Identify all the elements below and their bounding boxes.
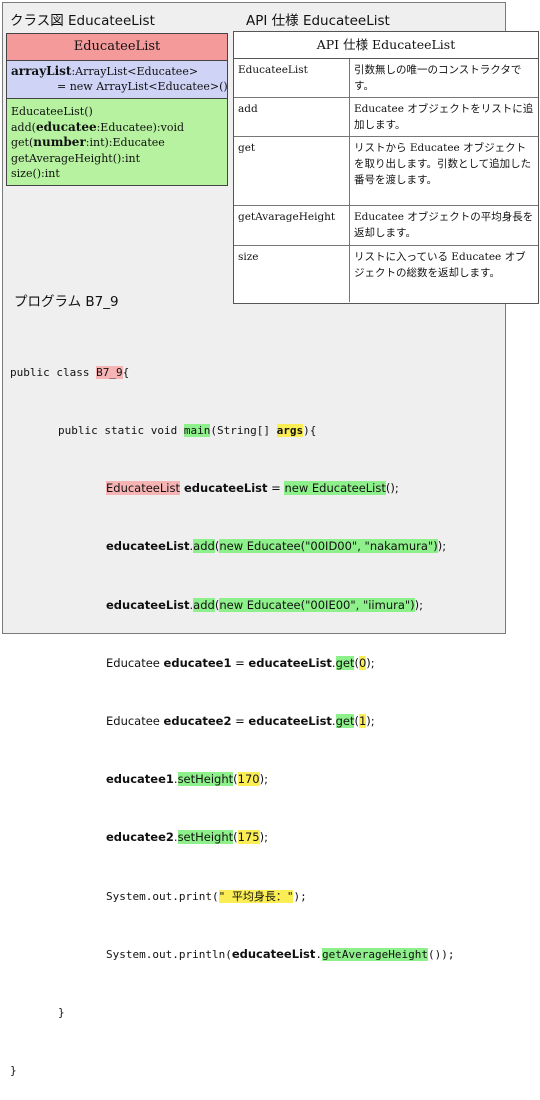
api-description: 引数無しの唯一のコンストラクタです。 [349, 59, 538, 98]
api-method: add [234, 97, 350, 137]
code-line: } [10, 1064, 17, 1078]
code-line: educatee1.setHeight(170); [106, 772, 268, 787]
code-line: System.out.println(educateeList.getAvera… [106, 946, 455, 961]
uml-op: getAverageHeight():int [11, 151, 141, 165]
code-line: educateeList.add(new Educatee("00IE00", … [106, 597, 424, 612]
api-method: get [234, 136, 350, 206]
api-spec-heading: API 仕様 EducateeList [246, 13, 390, 29]
uml-attr-init: = new ArrayList<Educatee>() [57, 80, 228, 93]
code-listing: public class B7_9{ public static void ma… [10, 324, 454, 1100]
code-line: public static void main(String[] args){ [58, 424, 317, 438]
program-heading: プログラム B7_9 [14, 294, 119, 310]
uml-op: get(number:int):Educatee [11, 135, 165, 149]
code-line: public class B7_9{ [10, 365, 130, 379]
uml-class-name: EducateeList [7, 34, 227, 61]
table-row: getAvarageHeight Educatee オブジェクトの平均身長を返却し… [234, 205, 538, 246]
uml-class-diagram: EducateeList arrayList:ArrayList<Educate… [6, 33, 228, 186]
uml-attributes: arrayList:ArrayList<Educatee> = new Arra… [7, 61, 228, 99]
uml-attr-name: arrayList [11, 64, 72, 78]
uml-attr-type: :ArrayList<Educatee> [71, 65, 199, 78]
code-line: } [58, 1006, 65, 1020]
api-description: リストに入っている Educatee オブジェクトの総数を返却します。 [354, 251, 526, 279]
code-line: educateeList.add(new Educatee("00ID00", … [106, 539, 447, 554]
api-description: Educatee オブジェクトをリストに追加します。 [349, 97, 538, 137]
code-line: System.out.print(" 平均身長："); [106, 889, 307, 903]
api-method: size [234, 245, 350, 302]
code-line: Educatee educatee2 = educateeList.get(1)… [106, 714, 375, 729]
api-description: リストから Educatee オブジェクトを取り出します。引数として追加した番号… [349, 136, 538, 206]
uml-op: size():int [11, 167, 60, 180]
code-line: Educatee educatee1 = educateeList.get(0)… [106, 655, 375, 670]
uml-operations: EducateeList() add(educatee:Educatee):vo… [7, 99, 227, 185]
table-row: size リストに入っている Educatee オブジェクトの総数を返却します。 [234, 245, 538, 302]
code-line: educatee2.setHeight(175); [106, 830, 268, 845]
table-row: add Educatee オブジェクトをリストに追加します。 [234, 97, 538, 137]
class-diagram-heading: クラス図 EducateeList [10, 13, 155, 29]
api-spec-table: API 仕様 EducateeList EducateeList 引数無しの唯一の… [233, 31, 539, 304]
api-method: EducateeList [234, 59, 350, 98]
table-row: get リストから Educatee オブジェクトを取り出します。引数として追加し… [234, 136, 538, 206]
code-line: EducateeList educateeList = new Educatee… [106, 481, 399, 496]
api-table-caption: API 仕様 EducateeList [234, 32, 538, 59]
api-description: Educatee オブジェクトの平均身長を返却します。 [349, 205, 538, 246]
uml-op: add(educatee:Educatee):void [11, 119, 185, 134]
uml-op: EducateeList() [11, 105, 93, 118]
api-method: getAvarageHeight [234, 205, 350, 246]
table-row: EducateeList 引数無しの唯一のコンストラクタです。 [234, 59, 538, 98]
